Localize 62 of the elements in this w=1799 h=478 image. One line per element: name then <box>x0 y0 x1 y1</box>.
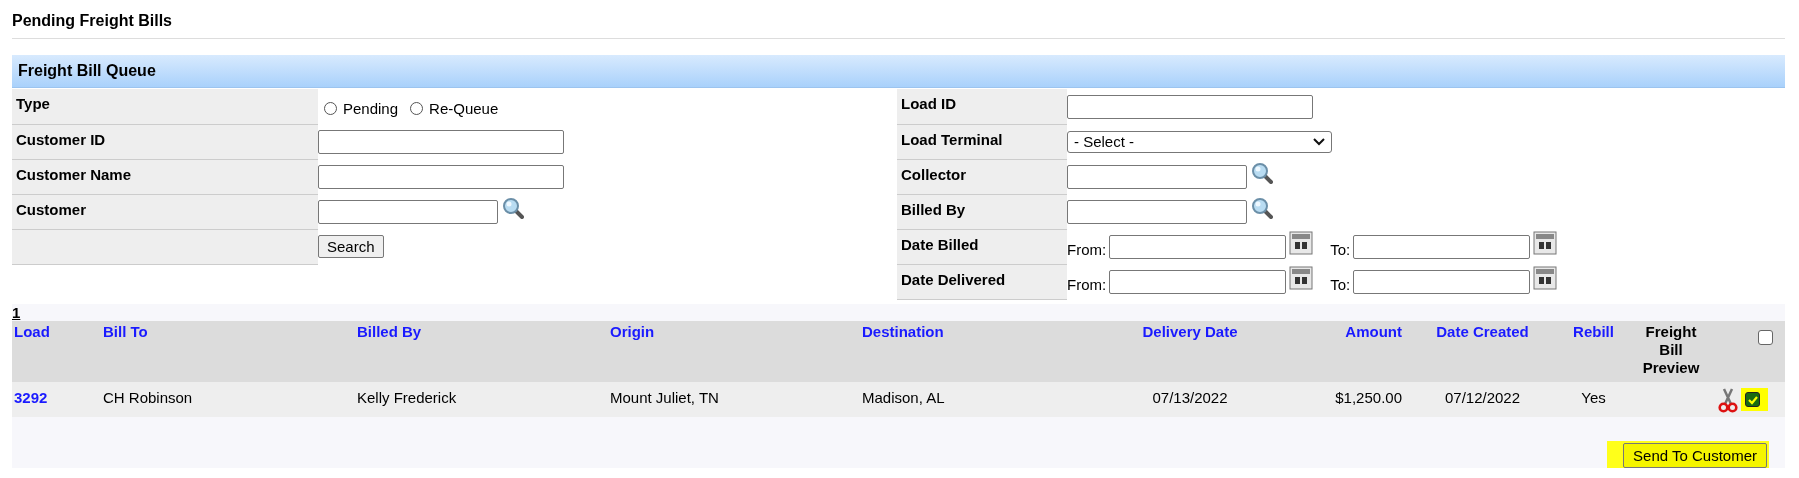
table-cell: $1,250.00 <box>1335 389 1402 406</box>
column-header-link[interactable]: Load <box>14 323 50 340</box>
input-field[interactable] <box>1067 94 1313 119</box>
search-icon[interactable] <box>1251 196 1273 219</box>
input-field[interactable] <box>318 164 564 189</box>
table-cell: Madison, AL <box>862 389 945 406</box>
chevron-down-icon <box>1313 137 1325 146</box>
table-cell: 07/13/2022 <box>1152 389 1228 406</box>
input-field[interactable] <box>1067 199 1247 224</box>
field-label: Customer <box>16 200 86 218</box>
column-header-link[interactable]: Date Created <box>1436 323 1529 340</box>
date-field[interactable] <box>1353 269 1531 294</box>
table-cell: Yes <box>1581 389 1606 406</box>
column-header-link[interactable]: Destination <box>862 323 944 340</box>
radio-label: Pending <box>343 100 399 117</box>
column-header-link[interactable]: Rebill <box>1573 323 1614 340</box>
input-field[interactable] <box>318 199 498 224</box>
table-cell: CH Robinson <box>103 389 193 406</box>
date-field[interactable] <box>1109 269 1287 294</box>
column-header-link[interactable]: Amount <box>1345 323 1402 340</box>
field-label: Collector <box>901 165 966 183</box>
load-number-link[interactable]: 3292 <box>14 389 48 406</box>
from-label: From: <box>1067 241 1107 258</box>
field-label: Load Terminal <box>901 130 1003 148</box>
from-label: From: <box>1067 276 1107 293</box>
scissors-icon[interactable] <box>1718 386 1738 413</box>
select-all-checkbox[interactable] <box>1758 329 1773 345</box>
column-header-link[interactable]: Billed By <box>357 323 422 340</box>
section-title: Freight Bill Queue <box>18 62 156 80</box>
search-button[interactable]: Search <box>318 235 384 258</box>
field-label: Date Billed <box>901 235 979 253</box>
radio-label: Re-Queue <box>429 100 499 117</box>
search-icon[interactable] <box>1251 161 1273 184</box>
to-label: To: <box>1330 276 1351 293</box>
field-label: Customer ID <box>16 130 106 148</box>
select-dropdown[interactable]: - Select - <box>1067 130 1332 153</box>
field-label: Customer Name <box>16 165 132 183</box>
column-header-link[interactable]: Origin <box>610 323 655 340</box>
column-header: Freight Bill Preview <box>1641 323 1701 377</box>
field-label: Load ID <box>901 95 956 112</box>
send-to-customer-button[interactable]: Send To Customer <box>1623 443 1767 468</box>
calendar-icon[interactable] <box>1533 265 1558 290</box>
search-icon[interactable] <box>502 196 524 219</box>
to-label: To: <box>1330 241 1351 258</box>
page-title: Pending Freight Bills <box>12 12 172 30</box>
table-cell: Mount Juliet, TN <box>610 389 719 406</box>
calendar-icon[interactable] <box>1289 265 1314 290</box>
table-cell: Kelly Frederick <box>357 389 457 406</box>
row-checkbox[interactable] <box>1745 392 1760 407</box>
column-header-link[interactable]: Bill To <box>103 323 148 340</box>
input-field[interactable] <box>1067 164 1247 189</box>
date-field[interactable] <box>1109 234 1287 259</box>
page-link[interactable]: 1 <box>12 304 21 321</box>
field-label: Billed By <box>901 200 966 218</box>
table-cell: 07/12/2022 <box>1444 389 1521 406</box>
column-header-link[interactable]: Delivery Date <box>1142 323 1238 340</box>
field-label: Type <box>16 95 50 112</box>
field-label: Date Delivered <box>901 270 1006 288</box>
input-field[interactable] <box>318 129 564 154</box>
calendar-icon[interactable] <box>1289 230 1314 255</box>
date-field[interactable] <box>1353 234 1531 259</box>
calendar-icon[interactable] <box>1533 230 1558 255</box>
